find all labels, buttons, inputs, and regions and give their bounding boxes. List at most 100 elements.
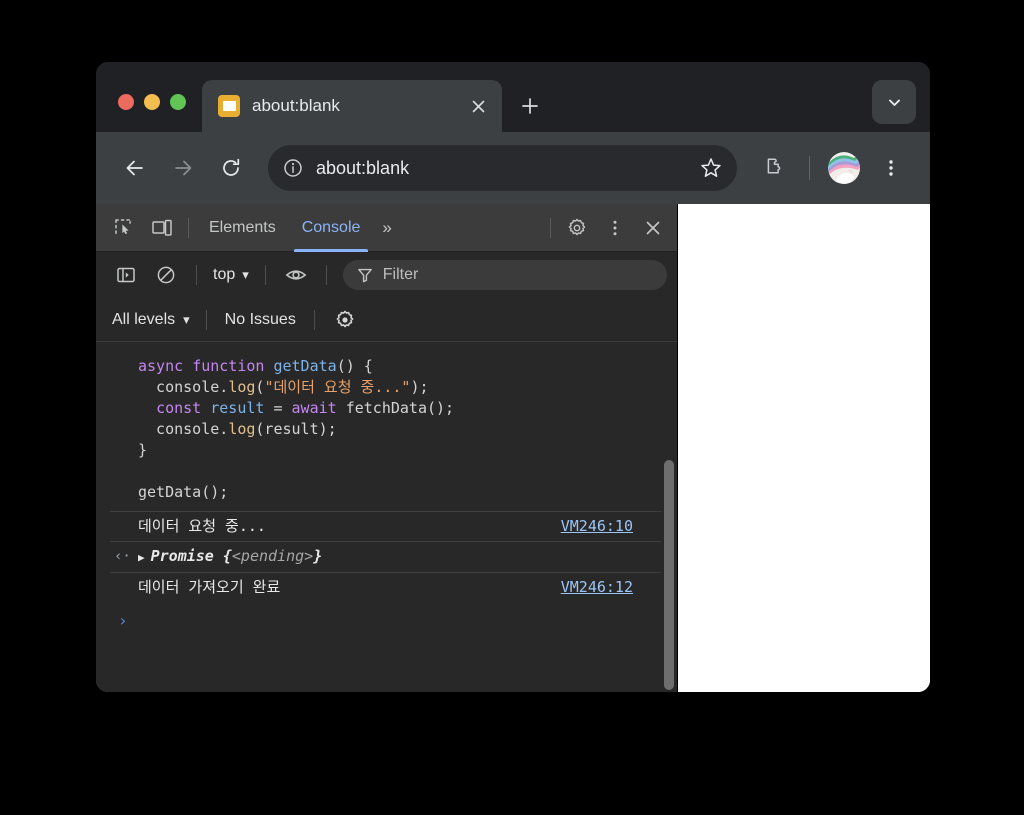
console-source-link[interactable]: VM246:12: [561, 577, 633, 598]
clear-console-button[interactable]: [148, 258, 184, 292]
reload-button[interactable]: [210, 147, 252, 189]
console-log-row[interactable]: 데이터 가져오기 완료 VM246:12: [110, 572, 677, 602]
address-bar[interactable]: about:blank: [268, 145, 737, 191]
device-toolbar-icon: [152, 219, 172, 236]
tab-title: about:blank: [252, 96, 340, 115]
gear-icon: [336, 310, 354, 327]
close-tab-button[interactable]: [464, 92, 492, 120]
console-sidebar-toggle-button[interactable]: [108, 258, 144, 292]
back-button[interactable]: [114, 147, 156, 189]
devtools-settings-button[interactable]: [559, 211, 595, 245]
star-icon[interactable]: [699, 156, 723, 180]
code-token: );: [410, 378, 429, 396]
code-token: log: [228, 420, 256, 438]
chevron-down-icon: [888, 99, 900, 106]
console-filter-placeholder: Filter: [382, 266, 419, 283]
console-message-list: 데이터 요청 중... VM246:10 ‹· ▶ Promise {<pending>…: [110, 511, 677, 602]
code-line: }: [138, 440, 677, 461]
console-log-levels-selector[interactable]: All levels ▾: [108, 311, 194, 329]
forward-button[interactable]: [162, 147, 204, 189]
console-result-row[interactable]: ‹· ▶ Promise {<pending>}: [110, 541, 677, 572]
subtoolbar-divider-2: [313, 309, 315, 330]
log-levels-value: All levels: [112, 310, 176, 328]
inspect-element-icon: [115, 218, 131, 235]
console-sidebar-icon: [117, 267, 135, 283]
console-settings-button[interactable]: [327, 303, 363, 337]
console-toolbar-divider-2: [264, 265, 266, 285]
tab-search-button[interactable]: [872, 80, 916, 124]
gear-icon: [568, 218, 586, 235]
devtools-tab-console[interactable]: Console: [290, 204, 373, 252]
code-token: console.: [138, 378, 229, 396]
code-token: =: [273, 399, 292, 417]
console-log-row[interactable]: 데이터 요청 중... VM246:10: [110, 511, 677, 541]
blank-page-favicon-icon: [218, 95, 240, 117]
devtools-tab-label: Console: [301, 218, 361, 236]
inspect-element-button[interactable]: [106, 211, 142, 245]
code-line: async function getData() {: [138, 356, 677, 377]
console-output-area[interactable]: async function getData() { console.log("…: [96, 342, 677, 692]
toolbar-divider: [809, 156, 810, 180]
code-token: await: [291, 399, 346, 417]
code-token: console.: [138, 420, 229, 438]
console-filter-input[interactable]: Filter: [342, 260, 667, 290]
puzzle-piece-icon: [767, 158, 781, 174]
forward-arrow-icon: [175, 160, 192, 176]
console-scrollbar-thumb[interactable]: [664, 460, 674, 690]
console-source-link[interactable]: VM246:10: [561, 516, 633, 537]
content-area: Elements Console » top ▾ Filter All leve…: [96, 204, 930, 692]
close-window-button[interactable]: [118, 94, 134, 110]
console-prompt[interactable]: ›: [110, 602, 677, 639]
devtools-more-tabs-button[interactable]: »: [374, 204, 399, 252]
code-token: async: [138, 357, 193, 375]
devtools-panel: Elements Console » top ▾ Filter All leve…: [96, 204, 678, 692]
console-issues-button[interactable]: No Issues: [219, 311, 302, 329]
expand-triangle-icon[interactable]: ▶: [138, 547, 145, 568]
minimize-window-button[interactable]: [144, 94, 160, 110]
close-icon: [472, 100, 484, 112]
three-dots-vertical-icon: [613, 220, 617, 235]
console-scrollbar[interactable]: [661, 342, 677, 692]
devtools-tab-label: Elements: [209, 218, 276, 236]
clear-console-icon: [157, 266, 175, 284]
device-toolbar-button[interactable]: [144, 211, 180, 245]
devtools-more-options-button[interactable]: [597, 211, 633, 245]
code-token: result: [210, 399, 274, 417]
execution-context-selector[interactable]: top ▾: [209, 266, 253, 284]
return-value-arrow-icon: ‹·: [114, 548, 131, 565]
avatar-unicorn-icon: [828, 152, 860, 184]
console-toolbar-divider: [196, 265, 197, 285]
execution-context-value: top: [213, 266, 236, 283]
filter-funnel-icon: [357, 268, 372, 283]
devtools-tab-elements[interactable]: Elements: [197, 204, 288, 252]
code-token: "데이터 요청 중...": [264, 378, 411, 396]
code-token: () {: [336, 357, 373, 375]
console-input-code: async function getData() { console.log("…: [110, 342, 677, 511]
promise-label: Promise: [150, 547, 223, 565]
extensions-button[interactable]: [753, 147, 795, 189]
address-bar-text[interactable]: about:blank: [316, 158, 687, 179]
profile-avatar[interactable]: [828, 152, 860, 184]
devtools-close-button[interactable]: [635, 211, 671, 245]
live-expression-button[interactable]: [278, 258, 314, 292]
info-circle-icon[interactable]: [282, 157, 304, 179]
code-token: getData: [273, 357, 337, 375]
tab-strip: about:blank: [96, 62, 930, 132]
browser-tab-about-blank[interactable]: about:blank: [202, 80, 502, 132]
new-tab-button[interactable]: [510, 86, 550, 126]
code-line: const result = await fetchData();: [138, 398, 677, 419]
code-line: console.log("데이터 요청 중...");: [138, 377, 677, 398]
console-message-text: 데이터 가져오기 완료: [138, 578, 281, 596]
browser-menu-button[interactable]: [870, 147, 912, 189]
eye-icon: [285, 270, 307, 280]
maximize-window-button[interactable]: [170, 94, 186, 110]
console-scroll-region[interactable]: async function getData() { console.log("…: [110, 342, 677, 692]
devtools-tabbar: Elements Console »: [96, 204, 677, 252]
code-token: function: [192, 357, 274, 375]
console-left-gutter: [96, 342, 110, 692]
console-result-value[interactable]: ▶ Promise {<pending>}: [138, 546, 669, 568]
browser-window: about:blank about:blank Elements Console…: [96, 62, 930, 692]
page-viewport[interactable]: [678, 204, 930, 692]
